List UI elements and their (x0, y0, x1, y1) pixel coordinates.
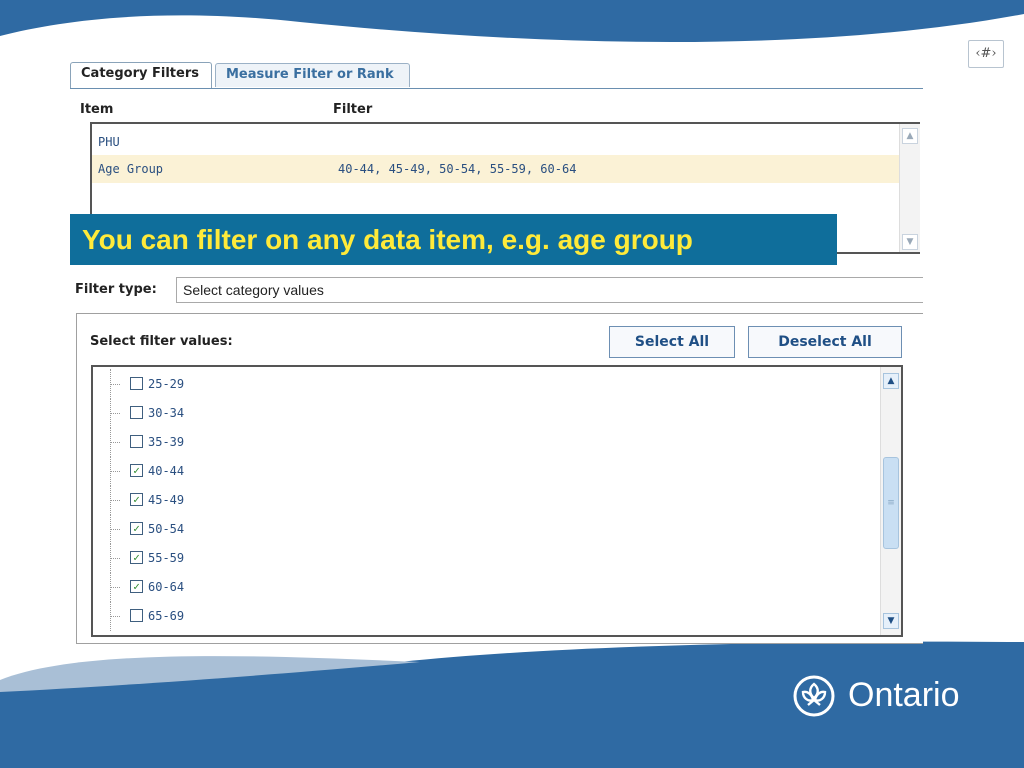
tree-connector (110, 442, 120, 443)
tab-category-filters[interactable]: Category Filters (70, 62, 212, 88)
slide-number-placeholder: ‹#› (968, 40, 1004, 68)
filter-value-checkbox[interactable] (130, 377, 143, 390)
select-filter-values-label: Select filter values: (90, 334, 233, 349)
tree-connector (110, 558, 120, 559)
filter-values-list: 25-29 30-34 35-39 ✓ 40-44 ✓ 45-49 ✓ 50-54 ✓ 55-59 ✓… (91, 365, 903, 637)
filter-value-checkbox[interactable] (130, 406, 143, 419)
item-column-header: Item (80, 102, 114, 117)
filter-value-row[interactable]: ✓ 50-54 (93, 514, 873, 544)
filter-value-row[interactable]: 35-39 (93, 427, 873, 457)
filter-value-label: 55-59 (148, 551, 185, 565)
filter-value-row[interactable]: 25-29 (93, 369, 873, 399)
tab-bar: Category Filters Measure Filter or Rank (70, 58, 923, 89)
item-row-phu[interactable]: PHU (92, 128, 900, 156)
ontario-wordmark: Ontario (848, 676, 960, 714)
scroll-down-icon[interactable]: ▼ (883, 613, 899, 629)
filter-value-label: 60-64 (148, 580, 185, 594)
filter-value-row[interactable]: 30-34 (93, 398, 873, 428)
filter-value-label: 50-54 (148, 522, 185, 536)
filter-dialog-screenshot: Category Filters Measure Filter or Rank … (70, 58, 923, 644)
item-row-age-group[interactable]: Age Group 40-44, 45-49, 50-54, 55-59, 60… (92, 155, 900, 183)
filter-values-scrollbar[interactable]: ▲ ≡ ▼ (880, 367, 901, 635)
filter-value-row[interactable]: ✓ 45-49 (93, 485, 873, 515)
filter-value-label: 45-49 (148, 493, 185, 507)
filter-value-label: 35-39 (148, 435, 185, 449)
item-name: Age Group (98, 162, 164, 176)
filter-value-label: 40-44 (148, 464, 185, 478)
scroll-thumb[interactable]: ≡ (883, 457, 899, 549)
item-name: PHU (98, 135, 120, 149)
top-wave (0, 0, 1024, 43)
filter-value-row[interactable]: ✓ 40-44 (93, 456, 873, 486)
tree-connector (110, 587, 120, 588)
filter-value-label: 30-34 (148, 406, 185, 420)
filter-value-row[interactable]: 65-69 (93, 601, 873, 631)
filter-value-row[interactable]: ✓ 60-64 (93, 572, 873, 602)
callout-banner: You can filter on any data item, e.g. ag… (70, 214, 837, 265)
tree-connector (110, 616, 120, 617)
item-list-scrollbar[interactable]: ▲ ▼ (899, 124, 920, 252)
tree-connector (110, 529, 120, 530)
filter-value-checkbox[interactable] (130, 435, 143, 448)
filter-column-header: Filter (333, 102, 373, 117)
tree-connector (110, 500, 120, 501)
filter-value-checkbox[interactable]: ✓ (130, 580, 143, 593)
filter-type-value: Select category values (183, 282, 324, 298)
filter-type-label: Filter type: (75, 282, 157, 297)
deselect-all-button[interactable]: Deselect All (748, 326, 902, 358)
scroll-up-icon[interactable]: ▲ (902, 128, 918, 144)
filter-value-checkbox[interactable] (130, 609, 143, 622)
tree-connector (110, 384, 120, 385)
filter-value-checkbox[interactable]: ✓ (130, 493, 143, 506)
item-filter: 40-44, 45-49, 50-54, 55-59, 60-64 (338, 162, 577, 176)
trillium-icon (793, 675, 835, 717)
scroll-up-icon[interactable]: ▲ (883, 373, 899, 389)
filter-type-select[interactable]: Select category values ▼ (176, 277, 923, 303)
filter-value-checkbox[interactable]: ✓ (130, 522, 143, 535)
filter-value-label: 65-69 (148, 609, 185, 623)
filter-value-label: 25-29 (148, 377, 185, 391)
filter-value-checkbox[interactable]: ✓ (130, 551, 143, 564)
tree-connector (110, 413, 120, 414)
tab-measure-filter-or-rank[interactable]: Measure Filter or Rank (215, 63, 410, 87)
scroll-down-icon[interactable]: ▼ (902, 234, 918, 250)
tree-connector (110, 471, 120, 472)
filter-value-row[interactable]: ✓ 55-59 (93, 543, 873, 573)
filter-value-checkbox[interactable]: ✓ (130, 464, 143, 477)
chevron-down-icon[interactable]: ▼ (919, 278, 923, 302)
select-all-button[interactable]: Select All (609, 326, 735, 358)
